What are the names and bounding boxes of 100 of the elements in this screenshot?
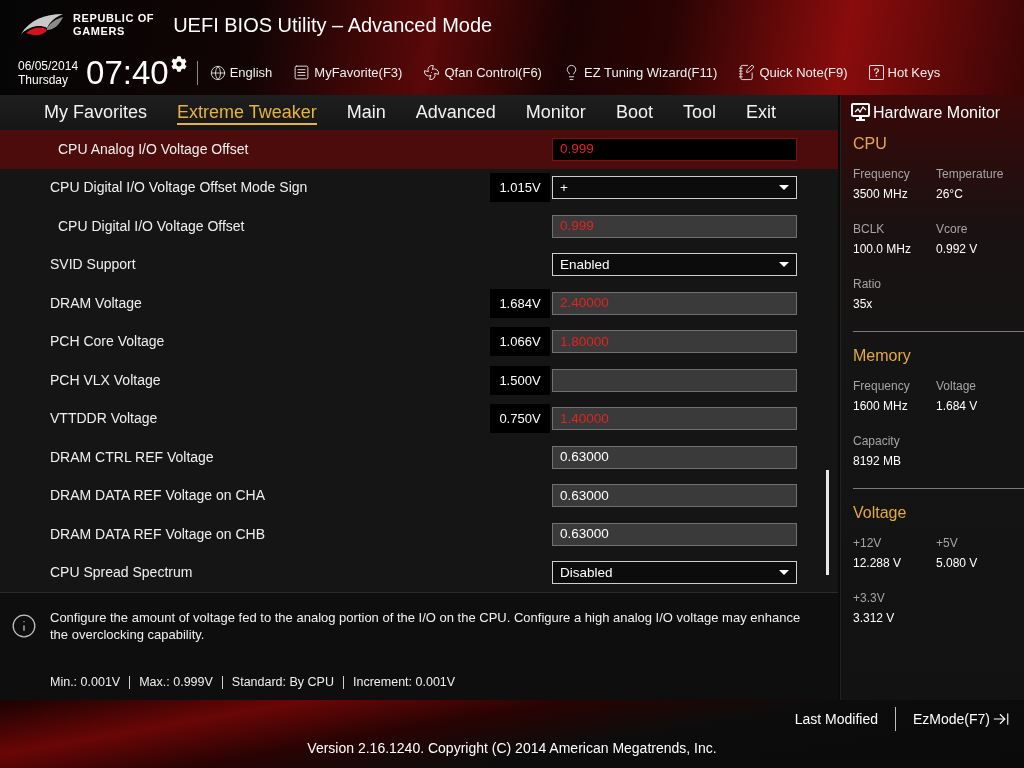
- stat-label: Capacity: [853, 433, 901, 450]
- section-title: CPU: [853, 134, 888, 154]
- stat-label: Temperature: [936, 166, 1005, 183]
- stat-label: +5V: [936, 535, 959, 552]
- globe-icon: [209, 64, 226, 81]
- toolbar-button[interactable]: Hot Keys: [868, 62, 941, 83]
- input-field[interactable]: 0.63000: [552, 522, 797, 546]
- stat-label: Frequency: [853, 166, 911, 183]
- voltage-reading: 1.684V: [490, 288, 550, 318]
- brand-text: GAMERS: [73, 25, 126, 38]
- stat-label: BCLK: [853, 221, 886, 238]
- setting-label: SVID Support: [50, 255, 136, 275]
- toolbar-button[interactable]: Quick Note(F9): [738, 62, 848, 83]
- stat-value: 100.0 MHz: [853, 241, 913, 258]
- setting-row[interactable]: SVID Support Enabled: [0, 245, 838, 284]
- footer-button[interactable]: EzMode(F7): [912, 708, 1010, 730]
- dropdown-field[interactable]: +: [552, 176, 797, 200]
- tab[interactable]: Exit: [745, 100, 776, 125]
- voltage-reading: 1.015V: [490, 173, 550, 203]
- toolbar-button[interactable]: Qfan Control(F6): [423, 62, 542, 83]
- setting-label: PCH Core Voltage: [50, 332, 165, 352]
- section-title: Voltage: [853, 503, 908, 523]
- setting-row[interactable]: DRAM Voltage 1.684V 2.40000: [0, 284, 838, 323]
- caret-icon: [779, 185, 789, 191]
- caret-icon: [779, 570, 789, 576]
- copyright-text: Version 2.16.1240. Copyright (C) 2014 American Megatrends, Inc.: [307, 739, 717, 758]
- input-field[interactable]: 0.63000: [552, 445, 797, 469]
- stat-value: 1600 MHz: [853, 398, 909, 415]
- setting-row[interactable]: DRAM CTRL REF Voltage 0.63000: [0, 438, 838, 477]
- setting-row[interactable]: CPU Spread Spectrum Disabled: [0, 553, 838, 592]
- stat-label: +3.3V: [853, 590, 886, 607]
- stat-value: 26°C: [936, 186, 964, 203]
- toolbar-button[interactable]: MyFavorite(F3): [293, 62, 403, 83]
- input-field[interactable]: 0.999: [552, 137, 797, 161]
- list-icon: [293, 64, 311, 81]
- tab[interactable]: Boot: [615, 100, 653, 125]
- fan-icon: [423, 64, 441, 81]
- setting-label: DRAM Voltage: [50, 293, 142, 313]
- tab[interactable]: Extreme Tweaker: [177, 100, 317, 125]
- help-icon: [868, 65, 884, 80]
- setting-label: CPU Analog I/O Voltage Offset: [58, 139, 249, 159]
- setting-row[interactable]: VTTDDR Voltage 0.750V 1.40000: [0, 399, 838, 438]
- setting-label: PCH VLX Voltage: [50, 370, 161, 390]
- tab[interactable]: Tool: [682, 100, 716, 125]
- setting-row[interactable]: PCH VLX Voltage 1.500V: [0, 361, 838, 400]
- window-title: UEFI BIOS Utility – Advanced Mode: [173, 13, 493, 38]
- stat-value: 3500 MHz: [853, 186, 909, 203]
- eye-logo-icon: [20, 12, 64, 38]
- dropdown-field[interactable]: Disabled: [552, 561, 797, 585]
- setting-row[interactable]: CPU Digital I/O Voltage Offset Mode Sign 1.015V +: [0, 168, 838, 207]
- setting-label: CPU Digital I/O Voltage Offset Mode Sign: [50, 178, 308, 198]
- tab[interactable]: Main: [346, 100, 386, 125]
- brand-text: REPUBLIC OF: [73, 12, 155, 25]
- toolbar-button[interactable]: EZ Tuning Wizard(F11): [562, 62, 718, 83]
- stat-label: Vcore: [936, 221, 969, 238]
- voltage-reading: 1.500V: [490, 365, 550, 395]
- setting-label: DRAM DATA REF Voltage on CHA: [50, 486, 265, 506]
- stat-label: +12V: [853, 535, 883, 552]
- setting-label: CPU Digital I/O Voltage Offset: [58, 216, 245, 236]
- caret-icon: [779, 262, 789, 268]
- section-title: Memory: [853, 346, 912, 366]
- exit-icon: [992, 710, 1010, 728]
- weekday-text: Thursday: [18, 72, 70, 87]
- toolbar-button[interactable]: English: [209, 62, 273, 83]
- limit-text: Max.: 0.999V: [139, 674, 213, 692]
- panel-title: Hardware Monitor: [873, 102, 1001, 123]
- monitor-chart-icon: [851, 103, 870, 122]
- note-pen-icon: [738, 64, 756, 81]
- setting-label: VTTDDR Voltage: [50, 409, 158, 429]
- setting-row[interactable]: CPU Analog I/O Voltage Offset 0.999: [0, 130, 838, 169]
- input-field[interactable]: 0.63000: [552, 484, 797, 508]
- stat-value: 8192 MB: [853, 453, 903, 470]
- clock-time: 07:40: [86, 56, 169, 89]
- setting-label: DRAM CTRL REF Voltage: [50, 447, 214, 467]
- voltage-reading: 1.066V: [490, 327, 550, 357]
- dropdown-field[interactable]: Enabled: [552, 253, 797, 277]
- voltage-reading: 0.750V: [490, 404, 550, 434]
- tab[interactable]: Advanced: [415, 100, 496, 125]
- date-text: 06/05/2014: [18, 58, 79, 73]
- setting-row[interactable]: PCH Core Voltage 1.066V 1.80000: [0, 322, 838, 361]
- setting-label: DRAM DATA REF Voltage on CHB: [50, 524, 265, 544]
- stat-value: 5.080 V: [936, 555, 979, 572]
- setting-row[interactable]: DRAM DATA REF Voltage on CHA 0.63000: [0, 476, 838, 515]
- limit-text: Increment: 0.001V: [353, 674, 456, 692]
- help-text: Configure the amount of voltage fed to the analog portion of the I/O on the CPU. Configure a high analog I/O voltage may enhance the overclocking capability.: [50, 609, 802, 643]
- stat-label: Frequency: [853, 378, 911, 395]
- tab[interactable]: My Favorites: [44, 100, 148, 125]
- settings-icon[interactable]: [170, 56, 187, 72]
- tab[interactable]: Monitor: [525, 100, 586, 125]
- stat-label: Voltage: [936, 378, 978, 395]
- setting-row[interactable]: CPU Digital I/O Voltage Offset 0.999: [0, 207, 838, 246]
- stat-value: 0.992 V: [936, 241, 979, 258]
- stat-value: 35x: [853, 296, 874, 313]
- stat-value: 1.684 V: [936, 398, 979, 415]
- limit-text: Min.: 0.001V: [50, 674, 121, 692]
- setting-label: CPU Spread Spectrum: [50, 563, 193, 583]
- input-field[interactable]: [552, 368, 797, 392]
- setting-row[interactable]: DRAM DATA REF Voltage on CHB 0.63000: [0, 515, 838, 554]
- scrollbar[interactable]: [826, 470, 829, 575]
- footer-button[interactable]: Last Modified: [794, 708, 878, 730]
